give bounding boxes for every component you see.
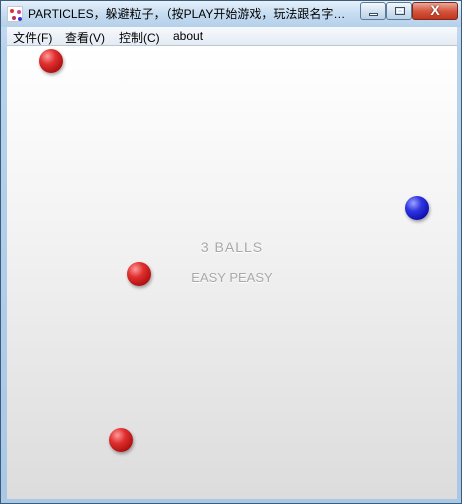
particle-ball-red <box>109 428 133 452</box>
menu-about[interactable]: about <box>173 29 203 43</box>
close-icon: X <box>430 2 440 18</box>
ball-count-text: 3 BALLS <box>200 239 264 255</box>
minimize-button[interactable] <box>360 2 386 20</box>
maximize-button[interactable] <box>386 2 412 20</box>
maximize-icon <box>395 7 405 15</box>
difficulty-text: EASY PEASY <box>191 270 273 285</box>
menu-control[interactable]: 控制(C) <box>119 29 160 46</box>
game-canvas[interactable]: 3 BALLS EASY PEASY <box>7 46 457 499</box>
app-window: PARTICLES，躲避粒子，（按PLAY开始游戏，玩法跟名字… X 文件(F)… <box>0 0 462 504</box>
close-button[interactable]: X <box>412 2 458 20</box>
app-icon[interactable] <box>7 6 23 22</box>
particle-ball-red <box>39 49 63 73</box>
window-title: PARTICLES，躲避粒子，（按PLAY开始游戏，玩法跟名字… <box>28 7 346 21</box>
minimize-icon <box>369 13 378 16</box>
player-ball-blue[interactable] <box>405 196 429 220</box>
title-bar[interactable]: PARTICLES，躲避粒子，（按PLAY开始游戏，玩法跟名字… X <box>1 1 461 27</box>
menu-file[interactable]: 文件(F) <box>13 29 52 46</box>
menu-view[interactable]: 查看(V) <box>65 29 105 46</box>
menu-bar: 文件(F) 查看(V) 控制(C) about <box>7 27 457 46</box>
